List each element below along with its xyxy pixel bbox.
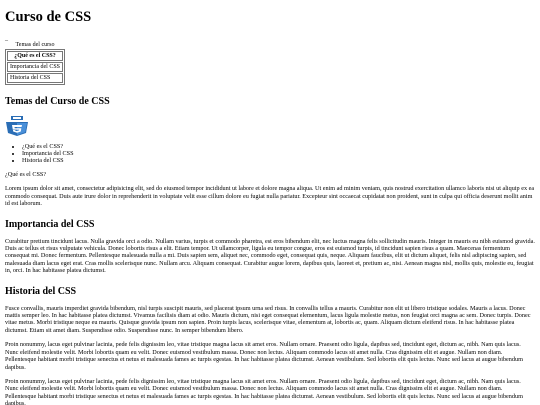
- que-es-label: ¿Qué es el CSS?: [5, 171, 47, 178]
- historia-paragraph-3: Proin nonummy, lacus eget pulvinar lacin…: [5, 377, 523, 405]
- page-title: Curso de CSS: [5, 9, 92, 25]
- css3-logo-icon: [5, 116, 29, 136]
- page-content: Curso de CSS _ Temas del curso ¿Qué es e…: [0, 0, 540, 405]
- historia-paragraph-1: Fusce convallis, mauris imperdiet gravid…: [5, 304, 531, 334]
- table-row: ¿Qué es el CSS?: [7, 51, 63, 61]
- topics-table: Temas del curso ¿Qué es el CSS? Importan…: [5, 42, 65, 85]
- table-row: Importancia del CSS: [7, 62, 63, 72]
- underscore-mark: _: [5, 36, 8, 42]
- temas-heading: Temas del Curso de CSS: [5, 96, 110, 107]
- temas-list: ¿Qué es el CSS? Importancia del CSS Hist…: [5, 143, 535, 164]
- historia-paragraph-2: Proin nonummy, lacus eget pulvinar lacin…: [5, 341, 523, 371]
- que-es-paragraph: Lorem ipsum dolor sit amet, consectetur …: [5, 185, 535, 208]
- list-item: Historia del CSS: [22, 157, 535, 164]
- historia-heading: Historia del CSS: [5, 285, 77, 297]
- page-viewport: Curso de CSS _ Temas del curso ¿Qué es e…: [0, 0, 540, 405]
- topics-table-caption: Temas del curso: [15, 42, 55, 48]
- topics-table-header: ¿Qué es el CSS?: [7, 51, 63, 61]
- importancia-paragraph: Curabitur pretium tincidunt lacus. Nulla…: [5, 237, 535, 275]
- table-cell-importancia: Importancia del CSS: [7, 62, 63, 72]
- table-cell-historia: Historia del CSS: [7, 73, 63, 83]
- table-row: Historia del CSS: [7, 73, 63, 83]
- list-item: Importancia del CSS: [22, 150, 535, 157]
- list-item: ¿Qué es el CSS?: [22, 143, 535, 150]
- importancia-heading: Importancia del CSS: [5, 218, 95, 230]
